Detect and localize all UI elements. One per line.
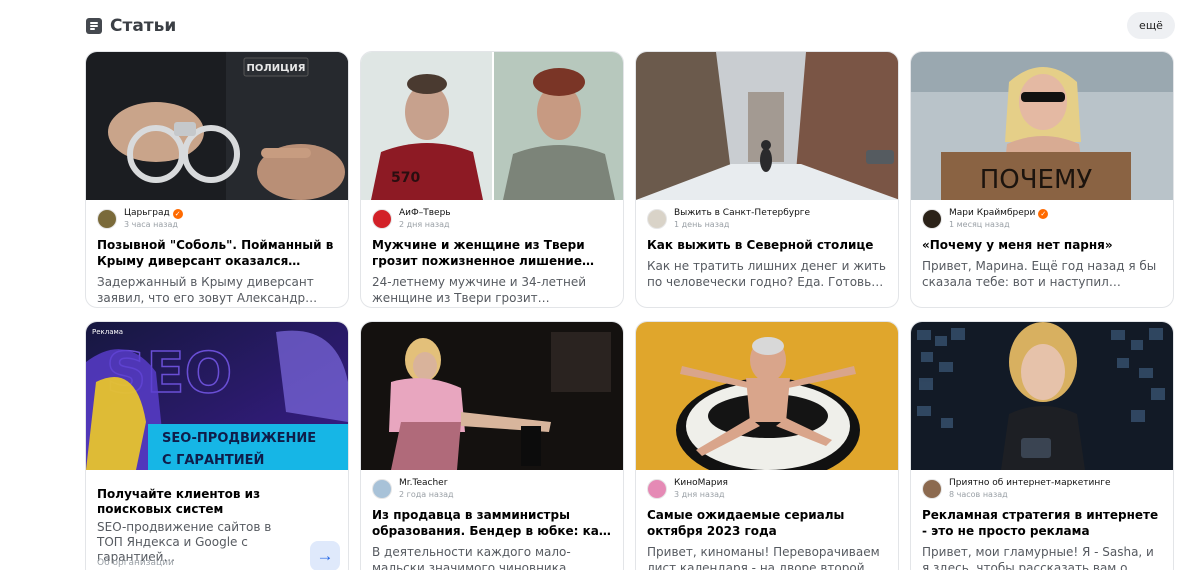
article-excerpt: 24-летнему мужчине и 34-летней женщине и… [372, 275, 587, 305]
article-title[interactable]: Рекламная стратегия в интернете - это не… [922, 507, 1162, 539]
source-avatar [922, 209, 942, 229]
source-name: Мари Краймбрери [949, 208, 1036, 218]
section-title: Статьи [110, 16, 177, 36]
article-title[interactable]: «Почему у меня нет парня» [922, 237, 1162, 253]
article-excerpt: Привет, Марина. Ещё год назад я бы сказа… [922, 259, 1157, 289]
source-name: АиФ–Тверь [399, 208, 451, 218]
source-name: Царьград [124, 208, 170, 218]
article-title[interactable]: Из продавца в замминистры образования. Б… [372, 507, 612, 539]
source-avatar [647, 479, 667, 499]
article-excerpt: В деятельности каждого мало-мальски знач… [372, 545, 571, 570]
source-avatar [97, 209, 117, 229]
verified-icon: ✓ [1038, 208, 1049, 219]
ad-image-line1: SEO-ПРОДВИЖЕНИЕ [162, 431, 316, 446]
source-avatar [372, 209, 392, 229]
article-card[interactable]: Выжить в Санкт-Петербурге 1 день назад К… [635, 51, 899, 308]
publish-time: 3 часа назад [124, 220, 178, 229]
source-row[interactable]: Выжить в Санкт-Петербурге 1 день назад [647, 207, 887, 231]
article-image: 570 [361, 52, 623, 200]
article-image [636, 322, 898, 470]
article-title[interactable]: Как выжить в Северной столице [647, 237, 887, 253]
source-avatar [922, 479, 942, 499]
article-card[interactable]: ПОЛИЦИЯ Царьград ✓ 3 часа назад Позывной … [85, 51, 349, 308]
source-avatar [372, 479, 392, 499]
article-icon [86, 18, 102, 34]
source-avatar [647, 209, 667, 229]
source-row[interactable]: Приятно об интернет-маркетинге 8 часов н… [922, 477, 1162, 501]
article-card[interactable]: КиноМария 3 дня назад Самые ожидаемые се… [635, 321, 899, 570]
ad-badge: Реклама [92, 328, 124, 336]
article-excerpt: Задержанный в Крыму диверсант заявил, чт… [97, 275, 314, 305]
article-excerpt: Привет, киноманы! Переворачиваем лист ка… [647, 545, 880, 570]
article-excerpt: Как не тратить лишних денег и жить по че… [647, 259, 886, 289]
article-card[interactable]: 570 АиФ–Тверь 2 дня назад Мужчине и женщ… [360, 51, 624, 308]
source-name: Приятно об интернет-маркетинге [949, 478, 1111, 488]
ad-card[interactable]: SEO SEO-ПРОДВИЖЕНИЕ С ГАРАНТИЕЙ Реклама … [85, 321, 349, 570]
ad-title[interactable]: Получайте клиентов из поисковых систем [97, 487, 337, 517]
article-title[interactable]: Позывной "Соболь". Пойманный в Крыму див… [97, 237, 337, 269]
publish-time: 3 дня назад [674, 490, 725, 499]
article-excerpt: Привет, мои гламурные! Я - Sasha, и я зд… [922, 545, 1154, 570]
more-button[interactable]: ещё [1127, 12, 1175, 39]
article-card[interactable]: Приятно об интернет-маркетинге 8 часов н… [910, 321, 1174, 570]
ad-image-line2: С ГАРАНТИЕЙ [162, 452, 264, 468]
article-image [636, 52, 898, 200]
publish-time: 2 года назад [399, 490, 454, 499]
source-name: Выжить в Санкт-Петербурге [674, 208, 811, 218]
source-name: КиноМария [674, 478, 728, 488]
section-header: Статьи [86, 14, 176, 38]
publish-time: 8 часов назад [949, 490, 1008, 499]
article-image [361, 322, 623, 470]
article-card[interactable]: Mr.Teacher 2 года назад Из продавца в за… [360, 321, 624, 570]
sign-text: ПОЧЕМУ [980, 165, 1093, 195]
article-image: ПОЧЕМУ [911, 52, 1173, 200]
source-row[interactable]: Царьград ✓ 3 часа назад [97, 207, 337, 231]
publish-time: 1 день назад [674, 220, 730, 229]
article-title[interactable]: Самые ожидаемые сериалы октября 2023 год… [647, 507, 887, 539]
article-image: ПОЛИЦИЯ [86, 52, 348, 200]
shirt-number: 570 [391, 170, 420, 186]
police-label: ПОЛИЦИЯ [247, 63, 306, 74]
ad-image: SEO SEO-ПРОДВИЖЕНИЕ С ГАРАНТИЕЙ Реклама [86, 322, 348, 470]
source-row[interactable]: Мари Краймбрери ✓ 1 месяц назад [922, 207, 1162, 231]
publish-time: 2 дня назад [399, 220, 450, 229]
verified-icon: ✓ [172, 208, 183, 219]
source-row[interactable]: КиноМария 3 дня назад [647, 477, 887, 501]
source-row[interactable]: АиФ–Тверь 2 дня назад [372, 207, 612, 231]
source-name: Mr.Teacher [399, 478, 448, 488]
article-title[interactable]: Мужчине и женщине из Твери грозит пожизн… [372, 237, 612, 269]
publish-time: 1 месяц назад [949, 220, 1010, 229]
source-row[interactable]: Mr.Teacher 2 года назад [372, 477, 612, 501]
article-card[interactable]: ПОЧЕМУ Мари Краймбрери ✓ 1 месяц назад «П… [910, 51, 1174, 308]
arrow-right-icon[interactable]: → [310, 541, 340, 570]
article-image [911, 322, 1173, 470]
about-organization-link[interactable]: Об организации [97, 558, 174, 568]
